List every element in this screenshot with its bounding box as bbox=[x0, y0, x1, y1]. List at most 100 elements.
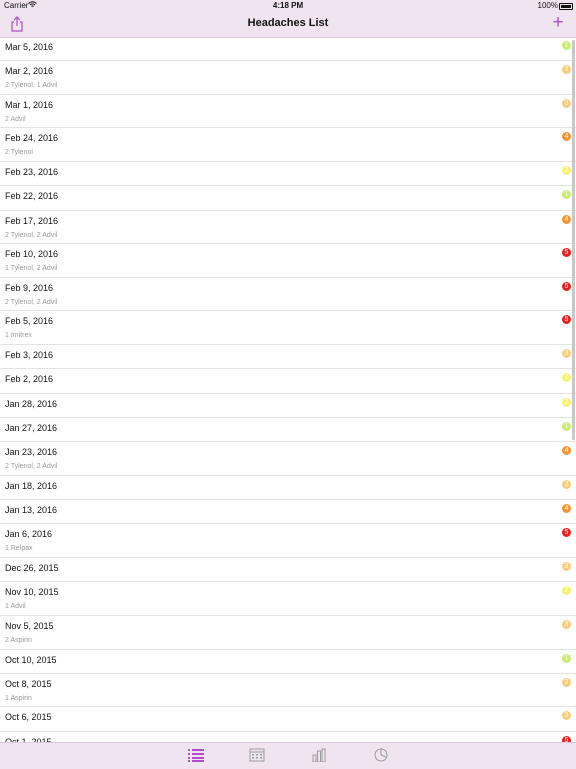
entry-date: Feb 5, 2016 bbox=[5, 316, 54, 327]
severity-badge: 2 bbox=[562, 397, 571, 407]
list-item[interactable]: Oct 6, 2015 3 bbox=[0, 707, 576, 732]
list-item[interactable]: Dec 26, 2015 3 bbox=[0, 558, 576, 583]
entry-medications: 2 Tylenol, 2 Advil bbox=[5, 298, 58, 306]
severity-badge: 3 bbox=[562, 562, 571, 572]
list-icon bbox=[188, 749, 204, 762]
entry-medications: 2 Tylenol, 2 Advil bbox=[5, 231, 58, 239]
list-item[interactable]: Nov 5, 2015 2 Aspirin 3 bbox=[0, 616, 576, 650]
status-time: 4:18 PM bbox=[272, 1, 304, 10]
severity-badge: 1 bbox=[562, 190, 571, 200]
list-item[interactable]: Oct 10, 2015 1 bbox=[0, 650, 576, 674]
entry-date: Feb 10, 2016 bbox=[5, 249, 59, 260]
severity-badge: 5 bbox=[562, 528, 571, 538]
tab-calendar[interactable] bbox=[242, 743, 272, 769]
severity-badge: 1 bbox=[562, 653, 571, 663]
list-item[interactable]: Feb 5, 2016 1 Imitrex 5 bbox=[0, 311, 576, 346]
entry-date: Feb 9, 2016 bbox=[5, 282, 54, 293]
entry-medications: 1 Tylenol, 2 Advil bbox=[5, 265, 58, 273]
entry-date: Jan 13, 2016 bbox=[5, 505, 58, 516]
entry-date: Jan 28, 2016 bbox=[5, 398, 58, 409]
entry-date: Nov 10, 2015 bbox=[5, 587, 59, 598]
pie-chart-icon bbox=[374, 748, 388, 762]
entry-date: Jan 6, 2016 bbox=[5, 529, 53, 540]
list-item[interactable]: Jan 27, 2016 1 bbox=[0, 418, 576, 443]
entry-medications: 1 Aspirin bbox=[5, 694, 32, 702]
severity-badge: 5 bbox=[562, 248, 571, 258]
entry-medications: 1 Relpax bbox=[5, 545, 33, 553]
entry-date: Feb 2, 2016 bbox=[5, 374, 54, 385]
severity-badge: 3 bbox=[562, 349, 571, 359]
severity-badge: 5 bbox=[562, 315, 571, 325]
list-item[interactable]: Feb 24, 2016 2 Tylenol 4 bbox=[0, 128, 576, 163]
list-item[interactable]: Feb 10, 2016 1 Tylenol, 2 Advil 5 bbox=[0, 244, 576, 278]
entry-medications: 2 Advil bbox=[5, 115, 26, 123]
list-item[interactable]: Jan 23, 2016 2 Tylenol, 2 Advil 4 bbox=[0, 442, 576, 476]
entry-date: Oct 6, 2015 bbox=[5, 712, 52, 723]
entry-date: Feb 17, 2016 bbox=[5, 215, 59, 226]
list-item[interactable]: Oct 1, 2015 5 bbox=[0, 732, 576, 742]
list-item[interactable]: Nov 10, 2015 1 Advil 2 bbox=[0, 582, 576, 616]
list-item[interactable]: Jan 28, 2016 2 bbox=[0, 394, 576, 418]
tab-list[interactable] bbox=[181, 743, 211, 769]
severity-badge: 3 bbox=[562, 479, 571, 489]
list-item[interactable]: Mar 5, 2016 1 bbox=[0, 37, 576, 62]
battery-icon bbox=[559, 3, 573, 10]
entry-medications: 2 Tylenol bbox=[5, 149, 33, 157]
list-item[interactable]: Feb 2, 2016 2 bbox=[0, 369, 576, 394]
severity-badge: 2 bbox=[562, 373, 571, 383]
entry-date: Mar 5, 2016 bbox=[5, 42, 54, 52]
entry-medications: 2 Aspirin bbox=[5, 636, 32, 644]
severity-badge: 3 bbox=[562, 677, 571, 687]
list-item[interactable]: Jan 6, 2016 1 Relpax 5 bbox=[0, 524, 576, 559]
severity-badge: 3 bbox=[562, 619, 571, 629]
headache-list[interactable]: Mar 5, 2016 1 Mar 2, 2016 2 Tylenol, 1 Advi… bbox=[0, 37, 576, 742]
scrollbar[interactable] bbox=[572, 40, 575, 440]
entry-medications: 1 Advil bbox=[5, 603, 26, 611]
plus-icon: + bbox=[552, 12, 564, 33]
list-item[interactable]: Mar 1, 2016 2 Advil 3 bbox=[0, 95, 576, 129]
bar-chart-icon bbox=[312, 748, 326, 762]
list-item[interactable]: Feb 17, 2016 2 Tylenol, 2 Advil 4 bbox=[0, 211, 576, 245]
entry-date: Nov 5, 2015 bbox=[5, 620, 54, 631]
list-item[interactable]: Oct 8, 2015 1 Aspirin 3 bbox=[0, 674, 576, 708]
entry-date: Feb 24, 2016 bbox=[5, 133, 59, 144]
entry-date: Jan 27, 2016 bbox=[5, 422, 58, 433]
severity-badge: 3 bbox=[562, 98, 571, 108]
tab-pie-chart[interactable] bbox=[366, 743, 396, 769]
severity-badge: 2 bbox=[562, 586, 571, 596]
entry-date: Feb 23, 2016 bbox=[5, 167, 59, 178]
severity-badge: 5 bbox=[562, 281, 571, 291]
add-headache-button[interactable]: + bbox=[550, 12, 566, 33]
list-item[interactable]: Feb 23, 2016 2 bbox=[0, 162, 576, 187]
severity-badge: 3 bbox=[562, 65, 571, 75]
severity-badge: 1 bbox=[562, 421, 571, 431]
entry-date: Oct 10, 2015 bbox=[5, 654, 57, 665]
severity-badge: 4 bbox=[562, 214, 571, 224]
entry-date: Jan 23, 2016 bbox=[5, 447, 58, 458]
calendar-icon bbox=[249, 748, 265, 762]
entry-medications: 1 Imitrex bbox=[5, 332, 32, 340]
entry-medications: 2 Tylenol, 2 Advil bbox=[5, 463, 58, 471]
list-item[interactable]: Feb 3, 2016 3 bbox=[0, 345, 576, 370]
severity-badge: 1 bbox=[562, 41, 571, 50]
entry-date: Feb 22, 2016 bbox=[5, 191, 59, 202]
severity-badge: 4 bbox=[562, 132, 571, 142]
entry-date: Dec 26, 2015 bbox=[5, 563, 59, 574]
entry-date: Mar 1, 2016 bbox=[5, 99, 54, 110]
entry-medications: 2 Tylenol, 1 Advil bbox=[5, 82, 58, 90]
list-item[interactable]: Feb 9, 2016 2 Tylenol, 2 Advil 5 bbox=[0, 278, 576, 312]
severity-badge: 4 bbox=[562, 504, 571, 514]
page-title: Headaches List bbox=[247, 17, 329, 29]
list-item[interactable]: Jan 13, 2016 4 bbox=[0, 500, 576, 525]
entry-date: Jan 18, 2016 bbox=[5, 480, 58, 491]
navigation-bar: Headaches List + bbox=[0, 12, 576, 38]
severity-badge: 4 bbox=[562, 446, 571, 456]
list-item[interactable]: Mar 2, 2016 2 Tylenol, 1 Advil 3 bbox=[0, 61, 576, 95]
tab-bar-chart[interactable] bbox=[304, 743, 334, 769]
list-item[interactable]: Jan 18, 2016 3 bbox=[0, 476, 576, 501]
entry-date: Feb 3, 2016 bbox=[5, 350, 54, 361]
entry-date: Oct 8, 2015 bbox=[5, 678, 52, 689]
tab-bar bbox=[0, 742, 576, 769]
status-bar: Carrier 4:18 PM 100% bbox=[0, 0, 576, 12]
list-item[interactable]: Feb 22, 2016 1 bbox=[0, 186, 576, 211]
